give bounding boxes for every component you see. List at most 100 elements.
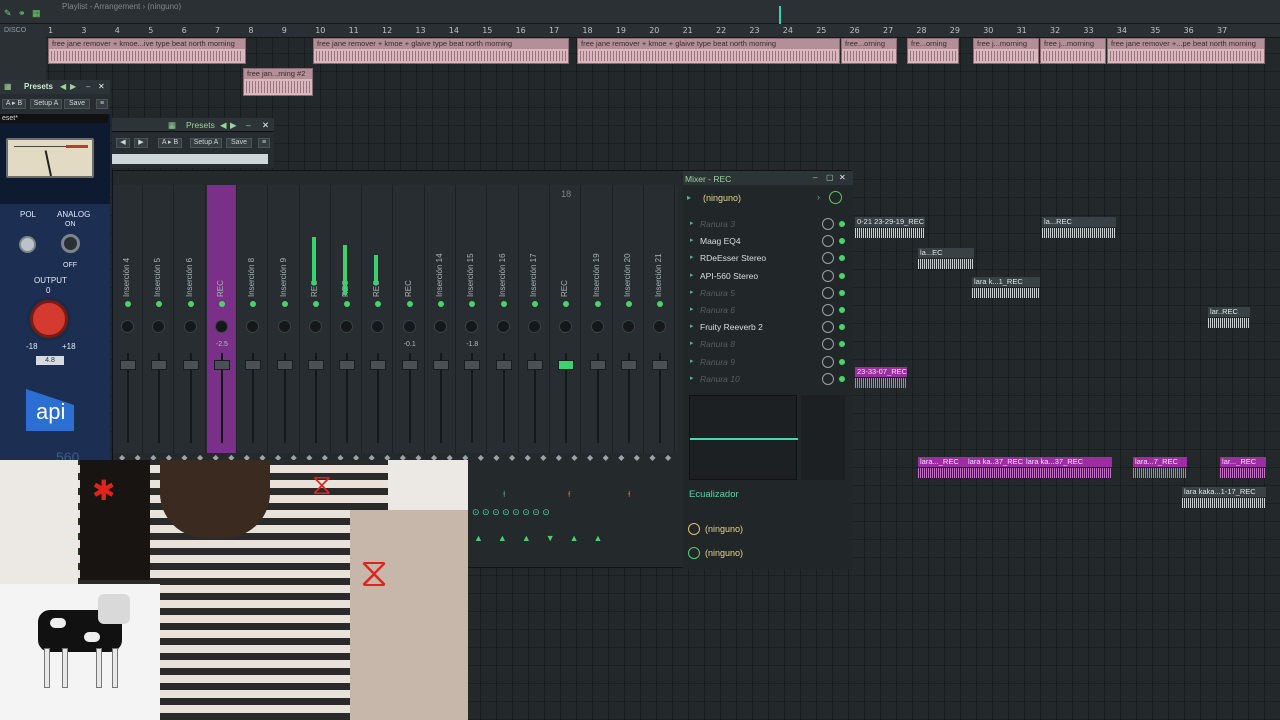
track-enable-led[interactable] bbox=[657, 301, 664, 307]
bar-number[interactable]: 13 bbox=[415, 26, 425, 35]
close-icon[interactable]: ✕ bbox=[839, 173, 846, 182]
bar-number[interactable]: 3 bbox=[81, 26, 86, 35]
bar-number[interactable]: 26 bbox=[850, 26, 860, 35]
effect-slot[interactable]: ▸ Ranura 6 bbox=[687, 303, 847, 318]
volume-fader[interactable] bbox=[370, 360, 387, 370]
volume-fader[interactable] bbox=[652, 360, 669, 370]
pan-knob[interactable] bbox=[590, 320, 604, 333]
slot-arrow-icon[interactable]: ▸ bbox=[690, 339, 694, 347]
audio-clip[interactable]: 23-33-07_REC bbox=[855, 367, 907, 391]
pattern-clip[interactable]: free j...morning bbox=[973, 38, 1039, 64]
ab-button[interactable]: A ▸ B bbox=[158, 138, 182, 148]
pan-knob[interactable] bbox=[246, 320, 260, 333]
pattern-clip[interactable]: free...orning bbox=[841, 38, 897, 64]
pattern-clip[interactable]: free j...morning bbox=[1040, 38, 1106, 64]
slot-enable-led[interactable] bbox=[839, 272, 845, 279]
pan-knob[interactable] bbox=[465, 320, 479, 333]
slot-arrow-icon[interactable]: ▸ bbox=[690, 374, 694, 382]
routing-arrow-icon[interactable]: ◆ bbox=[509, 453, 515, 462]
routing-arrow-icon[interactable]: ◆ bbox=[587, 453, 593, 462]
track-enable-led[interactable] bbox=[531, 301, 538, 307]
volume-fader[interactable] bbox=[307, 360, 324, 370]
volume-fader[interactable] bbox=[433, 360, 449, 370]
volume-fader[interactable] bbox=[182, 360, 199, 370]
track-enable-led[interactable] bbox=[125, 301, 131, 307]
slot-arrow-icon[interactable]: ▸ bbox=[690, 253, 694, 261]
effect-slot[interactable]: ▸ Ranura 3 bbox=[687, 217, 847, 232]
pan-knob[interactable] bbox=[653, 320, 667, 333]
minimize-icon[interactable]: – bbox=[86, 82, 90, 91]
mixer-track[interactable]: REC bbox=[363, 185, 394, 453]
slot-mix-knob[interactable] bbox=[822, 372, 834, 385]
bar-number[interactable]: 33 bbox=[1083, 26, 1093, 35]
pan-knob[interactable] bbox=[402, 320, 416, 333]
slot-mix-knob[interactable] bbox=[822, 286, 834, 299]
bar-number[interactable]: 27 bbox=[883, 26, 893, 35]
routing-arrow-icon[interactable]: ◆ bbox=[603, 453, 609, 462]
effect-slot[interactable]: ▸ Ranura 5 bbox=[687, 286, 847, 301]
track-header[interactable]: DISCO bbox=[0, 24, 46, 80]
bar-number[interactable]: 29 bbox=[950, 26, 960, 35]
track-enable-led[interactable] bbox=[344, 301, 351, 307]
mixer-track[interactable]: 18 REC bbox=[551, 185, 582, 453]
volume-fader[interactable] bbox=[558, 360, 575, 370]
bar-number[interactable]: 7 bbox=[215, 26, 220, 35]
mixer-track[interactable]: Inserción 9 bbox=[270, 185, 300, 453]
bar-number[interactable]: 22 bbox=[716, 26, 726, 35]
slot-arrow-icon[interactable]: ▸ bbox=[690, 305, 694, 313]
mixer-track[interactable]: Inserción 4 bbox=[113, 185, 143, 453]
arrow-right-icon[interactable]: ▶ bbox=[134, 138, 148, 148]
bar-number[interactable]: 19 bbox=[616, 26, 626, 35]
bar-number[interactable]: 14 bbox=[449, 26, 459, 35]
maximize-icon[interactable]: ▢ bbox=[826, 173, 834, 182]
pan-knob[interactable] bbox=[340, 320, 354, 333]
effect-slot[interactable]: ▸ Fruity Reeverb 2 bbox=[687, 320, 847, 335]
bar-number[interactable]: 5 bbox=[148, 26, 153, 35]
slot-mix-knob[interactable] bbox=[822, 321, 834, 334]
slot-enable-led[interactable] bbox=[839, 358, 845, 365]
presets-window[interactable]: ▦ Presets ◀ ▶ – ✕ ◀ ▶ A ▸ B Setup A Save… bbox=[112, 118, 274, 168]
analog-switch[interactable] bbox=[61, 234, 80, 253]
pan-knob[interactable] bbox=[527, 320, 541, 333]
send-switch-row[interactable]: ⊙ ⊙ ⊙ ⊙ ⊙ ⊙ ⊙ ⊙ bbox=[472, 507, 550, 518]
menu-icon[interactable]: ≡ bbox=[258, 138, 270, 148]
bar-number[interactable]: 18 bbox=[582, 26, 592, 35]
audio-clip[interactable]: lar..REC bbox=[1208, 307, 1250, 331]
prev-preset-icon[interactable]: ◀ bbox=[60, 82, 66, 91]
pan-knob[interactable] bbox=[214, 320, 228, 333]
slot-enable-led[interactable] bbox=[839, 375, 845, 382]
track-enable-led[interactable] bbox=[438, 301, 444, 307]
slot-mix-knob[interactable] bbox=[822, 252, 834, 265]
save-button[interactable]: Save bbox=[64, 99, 90, 109]
arrow-left-icon[interactable]: ◀ bbox=[116, 138, 130, 148]
close-icon[interactable]: ✕ bbox=[262, 120, 269, 131]
mixer-insert-panel[interactable]: ▸ (ninguno) › ▸ Ranura 3 ▸ Maag EQ4 ▸ RDeEsse… bbox=[683, 185, 853, 569]
bar-number[interactable]: 25 bbox=[816, 26, 826, 35]
track-enable-led[interactable] bbox=[250, 301, 257, 307]
bar-number[interactable]: 8 bbox=[248, 26, 253, 35]
slot-enable-led[interactable] bbox=[839, 341, 845, 348]
mixer-track[interactable]: Inserción 21 bbox=[645, 185, 676, 453]
output-routing[interactable]: (ninguno) bbox=[687, 545, 847, 561]
bar-number[interactable]: 23 bbox=[749, 26, 759, 35]
routing-arrow-icon[interactable]: ◆ bbox=[649, 453, 655, 462]
next-preset-icon[interactable]: ▶ bbox=[70, 82, 76, 91]
mixer-track[interactable]: Inserción 5 bbox=[144, 185, 175, 453]
routing-arrow-icon[interactable]: ◆ bbox=[634, 453, 640, 462]
slot-enable-led[interactable] bbox=[839, 324, 845, 331]
mixer-track[interactable]: Inserción 8 bbox=[238, 185, 269, 453]
mixer-track[interactable]: Inserción 16 bbox=[489, 185, 519, 453]
pattern-clip[interactable]: free jane remover +...pe beat north morn… bbox=[1107, 38, 1265, 64]
routing-arrow-icon[interactable]: ◆ bbox=[540, 453, 546, 462]
bar-number[interactable]: 31 bbox=[1017, 26, 1027, 35]
routing-arrow-icon[interactable]: ◆ bbox=[478, 453, 484, 462]
bar-number[interactable]: 10 bbox=[315, 26, 325, 35]
track-enable-led[interactable] bbox=[187, 301, 194, 307]
bar-number[interactable]: 1 bbox=[48, 26, 53, 35]
effect-slot[interactable]: ▸ API-560 Stereo bbox=[687, 269, 847, 284]
chevron-right-icon[interactable]: › bbox=[817, 192, 820, 202]
setup-button[interactable]: Setup A bbox=[190, 138, 222, 148]
bar-number[interactable]: 20 bbox=[649, 26, 659, 35]
audio-clip[interactable]: lara ka..37_REC bbox=[966, 457, 1024, 483]
output-value-display[interactable]: 4.8 bbox=[36, 356, 64, 365]
